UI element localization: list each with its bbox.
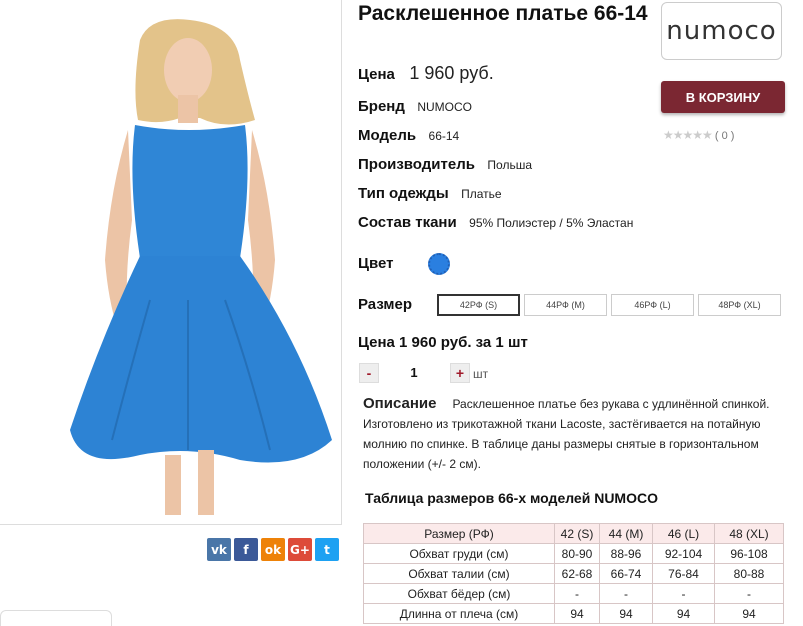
price-label: Цена <box>358 66 395 83</box>
social-share-bar: vk f ok G+ t <box>207 538 339 561</box>
table-cell: 96-108 <box>714 543 784 564</box>
table-header-cell: 48 (XL) <box>714 523 784 544</box>
detail-value: 95% Полиэстер / 5% Эластан <box>469 216 634 230</box>
detail-brand: Бренд NUMOCO <box>358 98 472 116</box>
table-row: Обхват талии (см) 62-68 66-74 76-84 80-8… <box>363 563 784 584</box>
table-cell: 88-96 <box>599 543 653 564</box>
color-row: Цвет <box>358 253 450 275</box>
quantity-value[interactable]: 1 <box>404 365 424 380</box>
detail-model: Модель 66-14 <box>358 127 459 145</box>
table-header-cell: 44 (M) <box>599 523 653 544</box>
detail-value: NUMOCO <box>417 100 472 114</box>
dress-illustration <box>70 19 332 515</box>
table-header-cell: 42 (S) <box>554 523 600 544</box>
table-cell: Длинна от плеча (см) <box>363 603 555 624</box>
table-cell: - <box>599 583 653 604</box>
rating-stars-icon[interactable]: ★★★★★ <box>663 128 713 142</box>
size-option-l[interactable]: 46РФ (L) <box>611 294 694 316</box>
table-cell: 62-68 <box>554 563 600 584</box>
table-header-cell: 46 (L) <box>652 523 715 544</box>
table-row: Обхват груди (см) 80-90 88-96 92-104 96-… <box>363 543 784 564</box>
detail-label: Производитель <box>358 156 475 173</box>
detail-clothing-type: Тип одежды Платье <box>358 185 502 203</box>
size-option-m[interactable]: 44РФ (M) <box>524 294 607 316</box>
table-cell: 94 <box>554 603 600 624</box>
price-value: 1 960 руб. <box>409 63 494 83</box>
description-label: Описание <box>363 395 437 412</box>
detail-label: Бренд <box>358 98 405 115</box>
size-table-title: Таблица размеров 66-х моделей NUMOCO <box>365 490 658 506</box>
detail-value: Польша <box>487 158 532 172</box>
detail-value: Платье <box>461 187 502 201</box>
rating[interactable]: ★★★★★ ( 0 ) <box>663 128 734 142</box>
vk-icon[interactable]: vk <box>207 538 231 561</box>
table-header-cell: Размер (РФ) <box>363 523 555 544</box>
size-row: Размер <box>358 296 412 314</box>
table-cell: 92-104 <box>652 543 715 564</box>
table-cell: 80-88 <box>714 563 784 584</box>
table-row: Обхват бёдер (см) - - - - <box>363 583 784 604</box>
detail-label: Состав ткани <box>358 214 457 231</box>
table-cell: 94 <box>714 603 784 624</box>
brand-logo[interactable]: numoco <box>661 2 782 60</box>
description: Описание Расклешенное платье без рукава с… <box>363 394 795 474</box>
table-row: Длинна от плеча (см) 94 94 94 94 <box>363 603 784 624</box>
detail-label: Модель <box>358 127 417 144</box>
odnoklassniki-icon[interactable]: ok <box>261 538 285 561</box>
detail-manufacturer: Производитель Польша <box>358 156 532 174</box>
table-cell: - <box>554 583 600 604</box>
detail-value: 66-14 <box>428 129 460 143</box>
rating-count: ( 0 ) <box>714 130 735 142</box>
add-to-cart-button[interactable]: В КОРЗИНУ <box>661 81 785 113</box>
table-cell: 66-74 <box>599 563 653 584</box>
table-cell: Обхват бёдер (см) <box>363 583 555 604</box>
table-cell: 76-84 <box>652 563 715 584</box>
color-label: Цвет <box>358 255 394 273</box>
price-row: Цена 1 960 руб. <box>358 63 494 84</box>
table-cell: 94 <box>652 603 715 624</box>
detail-fabric: Состав ткани 95% Полиэстер / 5% Эластан <box>358 214 633 232</box>
googleplus-icon[interactable]: G+ <box>288 538 312 561</box>
table-cell: Обхват груди (см) <box>363 543 555 564</box>
size-table: Размер (РФ) 42 (S) 44 (M) 46 (L) 48 (XL)… <box>363 523 784 624</box>
quantity-decrease-button[interactable]: - <box>359 363 379 383</box>
total-price-text: Цена 1 960 руб. за 1 шт <box>358 334 528 351</box>
table-header-row: Размер (РФ) 42 (S) 44 (M) 46 (L) 48 (XL) <box>363 523 784 544</box>
product-photo[interactable] <box>0 0 342 525</box>
facebook-icon[interactable]: f <box>234 538 258 561</box>
size-option-xl[interactable]: 48РФ (XL) <box>698 294 781 316</box>
color-swatch-blue[interactable] <box>427 253 450 275</box>
table-cell: - <box>714 583 784 604</box>
table-cell: 94 <box>599 603 653 624</box>
quantity-unit: шт <box>473 367 489 381</box>
table-cell: 80-90 <box>554 543 600 564</box>
thumbnail[interactable] <box>0 610 112 626</box>
size-option-s[interactable]: 42РФ (S) <box>437 294 520 316</box>
quantity-increase-button[interactable]: + <box>450 363 470 383</box>
detail-label: Тип одежды <box>358 185 449 202</box>
size-label: Размер <box>358 296 413 313</box>
table-cell: - <box>652 583 715 604</box>
twitter-icon[interactable]: t <box>315 538 339 561</box>
product-title: Расклешенное платье 66-14 <box>358 2 648 25</box>
table-cell: Обхват талии (см) <box>363 563 555 584</box>
